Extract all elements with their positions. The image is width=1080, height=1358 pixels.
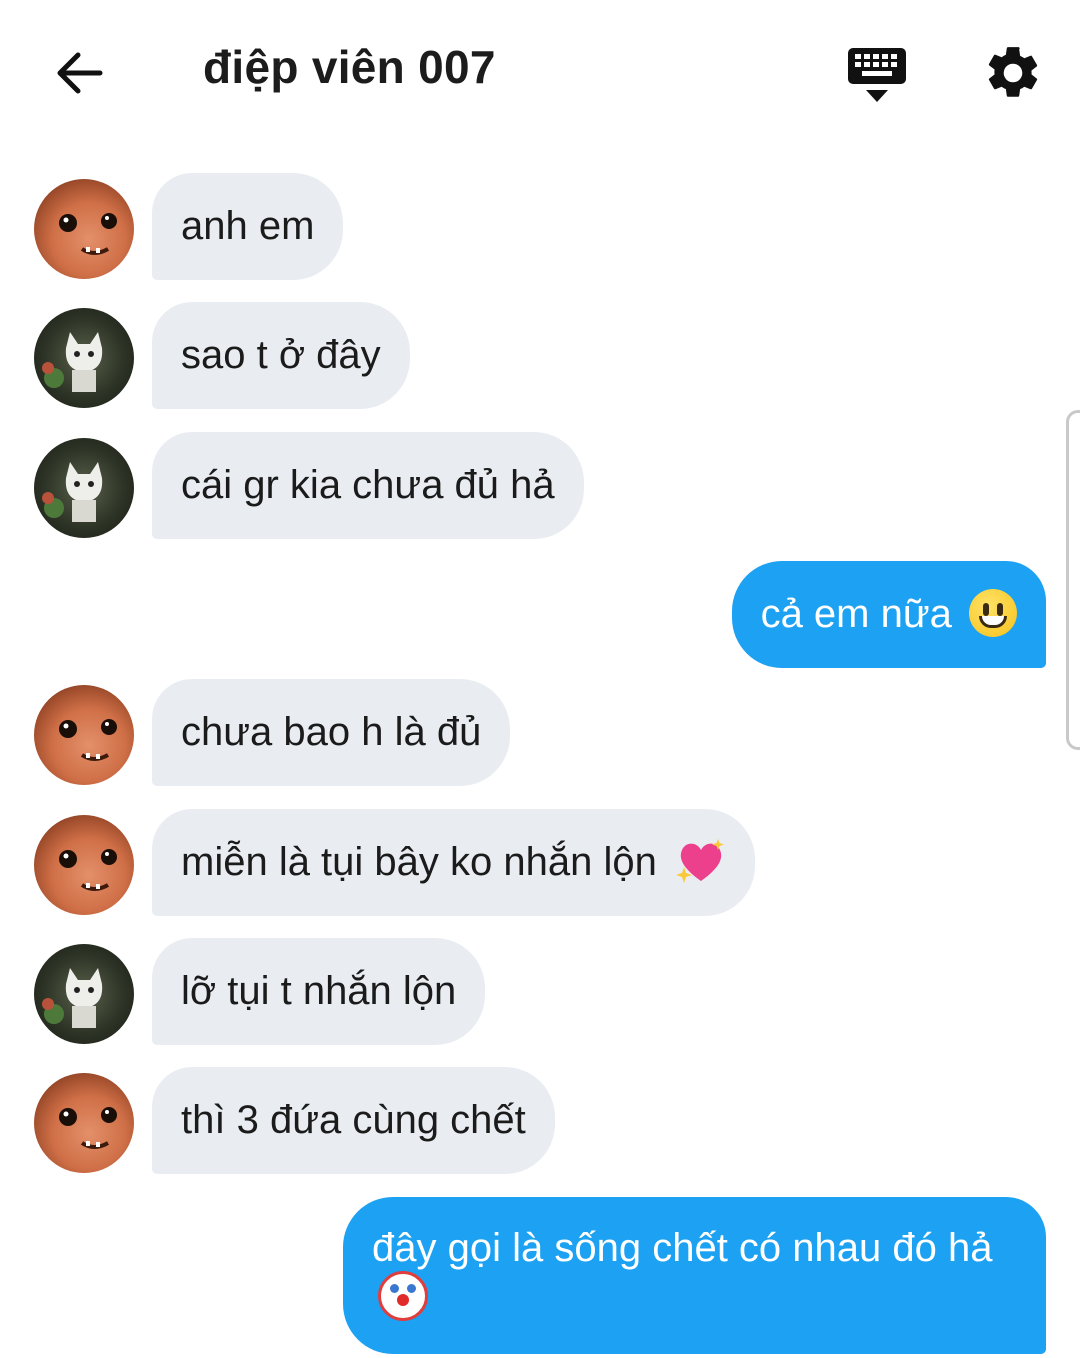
cat-figure-icon [42,332,103,392]
avatar[interactable] [34,179,134,279]
grinning-face-emoji-icon [969,589,1017,638]
avatar[interactable] [34,308,134,408]
chat-header: điệp viên 007 [0,0,1080,145]
cat-figure-icon [42,968,103,1028]
arrow-left-icon[interactable] [50,44,108,102]
message-row: đây gọi là sống chết có nhau đó hả [0,1197,1080,1357]
avatar[interactable] [34,1073,134,1173]
message-row: thì 3 đứa cùng chết [0,1067,1080,1177]
gear-icon[interactable] [982,42,1044,104]
message-text: chưa bao h là đủ [181,710,482,754]
message-text: miễn là tụi bây ko nhắn lộn [181,840,657,884]
message-row: chưa bao h là đủ [0,679,1080,789]
incoming-message-bubble[interactable]: miễn là tụi bây ko nhắn lộn [152,809,755,916]
clown-face-emoji-icon [378,1271,428,1322]
message-text: anh em [181,204,315,248]
incoming-message-bubble[interactable]: cái gr kia chưa đủ hả [152,432,584,539]
incoming-message-bubble[interactable]: sao t ở đây [152,302,410,409]
avatar[interactable] [34,815,134,915]
message-row: cả em nữa [0,561,1080,671]
incoming-message-bubble[interactable]: lỡ tụi t nhắn lộn [152,938,486,1045]
outgoing-message-bubble[interactable]: đây gọi là sống chết có nhau đó hả [343,1197,1046,1354]
message-row: anh em [0,173,1080,283]
message-row: lỡ tụi t nhắn lộn [0,938,1080,1048]
sparkling-heart-emoji-icon [675,839,724,884]
message-row: sao t ở đây [0,302,1080,412]
message-text: thì 3 đứa cùng chết [181,1098,526,1142]
dog-face-icon [59,213,117,255]
avatar[interactable] [34,685,134,785]
message-text: sao t ở đây [181,333,381,377]
dog-face-icon [59,719,117,761]
dog-face-icon [59,849,117,891]
avatar[interactable] [34,438,134,538]
message-row: cái gr kia chưa đủ hả [0,432,1080,542]
avatar[interactable] [34,944,134,1044]
chat-title[interactable]: điệp viên 007 [203,40,496,94]
message-row: miễn là tụi bây ko nhắn lộn [0,809,1080,919]
dog-face-icon [59,1107,117,1149]
incoming-message-bubble[interactable]: anh em [152,173,344,280]
message-text: lỡ tụi t nhắn lộn [181,969,457,1013]
incoming-message-bubble[interactable]: chưa bao h là đủ [152,679,511,786]
incoming-message-bubble[interactable]: thì 3 đứa cùng chết [152,1067,555,1174]
message-text: cái gr kia chưa đủ hả [181,463,555,507]
outgoing-message-bubble[interactable]: cả em nữa [731,561,1046,668]
message-text: đây gọi là sống chết có nhau đó hả [372,1226,993,1270]
keyboard-icon[interactable] [846,44,908,106]
message-text: cả em nữa [760,592,952,636]
cat-figure-icon [42,462,103,522]
